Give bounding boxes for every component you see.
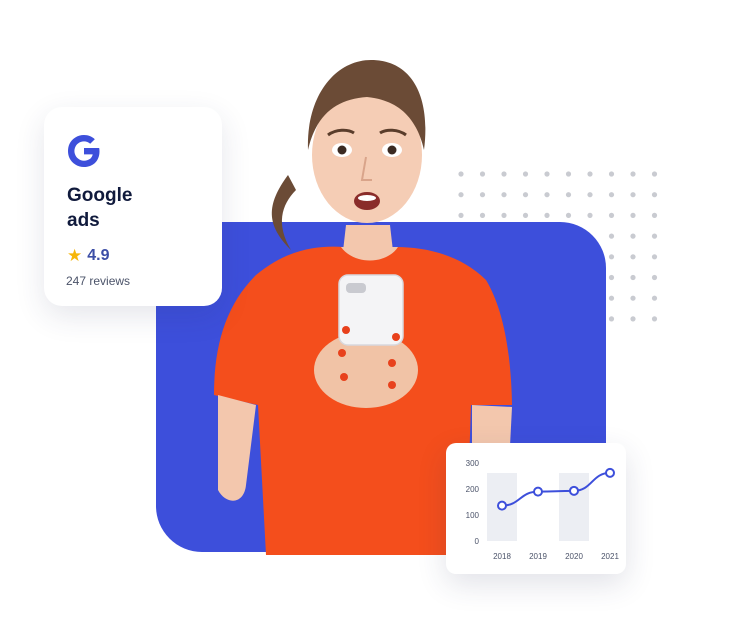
- hero-illustration: Google ads ★ 4.9 247 reviews 300 200 100 0 2…: [0, 0, 741, 630]
- grid-dot: [630, 254, 636, 260]
- y-tick-label: 0: [475, 537, 480, 546]
- grid-dot: [651, 233, 658, 239]
- grid-dot: [651, 274, 658, 281]
- x-tick-label: 2021: [601, 552, 619, 561]
- brand-name: Google ads: [67, 183, 207, 233]
- grid-dot: [651, 212, 658, 218]
- grid-dot: [608, 233, 615, 239]
- y-tick-label: 300: [466, 459, 480, 468]
- highlight-band: [559, 473, 589, 541]
- grid-dot: [630, 233, 636, 239]
- grid-dot: [565, 212, 572, 218]
- data-point: [605, 467, 615, 478]
- y-tick-label: 100: [466, 511, 480, 520]
- brand-name-line-2: ads: [67, 210, 100, 231]
- grid-dot: [544, 171, 550, 177]
- google-ads-review-card: Google ads ★ 4.9 247 reviews: [44, 107, 222, 306]
- x-tick-label: 2018: [493, 552, 511, 561]
- rating-row: ★ 4.9: [67, 246, 110, 266]
- grid-dot: [608, 254, 615, 260]
- y-tick-label: 200: [466, 485, 480, 494]
- google-g-icon: [68, 135, 100, 167]
- grid-dot: [587, 171, 593, 177]
- rating-value: 4.9: [87, 247, 110, 264]
- data-point: [569, 485, 579, 496]
- x-tick-label: 2020: [565, 552, 583, 561]
- grid-dot: [544, 192, 550, 198]
- series-line: [501, 471, 611, 507]
- grid-dot: [565, 171, 572, 177]
- grid-dot: [608, 295, 615, 301]
- line-chart: 300 200 100 0 2018 2019 2020 2021: [466, 459, 620, 561]
- grid-dot: [651, 171, 658, 177]
- grid-dot: [630, 171, 636, 177]
- star-icon: ★: [67, 246, 83, 265]
- review-count: 247 reviews: [66, 274, 131, 288]
- data-point: [497, 500, 507, 511]
- grid-dot: [608, 171, 615, 177]
- grid-dot: [630, 192, 636, 198]
- grid-dot: [587, 192, 593, 198]
- grid-dot: [608, 316, 615, 322]
- data-point: [533, 486, 543, 497]
- grid-dot: [544, 212, 550, 218]
- grid-dot: [630, 274, 636, 281]
- grid-dot: [587, 212, 593, 218]
- grid-dot: [651, 192, 658, 198]
- grid-dot: [651, 295, 658, 301]
- grid-dot: [630, 295, 636, 301]
- x-tick-label: 2019: [529, 552, 547, 561]
- brand-name-line-1: Google: [67, 185, 133, 206]
- grid-dot: [630, 316, 636, 322]
- grid-dot: [608, 212, 615, 218]
- grid-dot: [565, 192, 572, 198]
- grid-dot: [608, 192, 615, 198]
- grid-dot: [608, 274, 615, 281]
- grid-dot: [651, 316, 658, 322]
- grid-dot: [630, 212, 636, 218]
- growth-chart-card: 300 200 100 0 2018 2019 2020 2021: [446, 443, 626, 574]
- grid-dot: [651, 254, 658, 260]
